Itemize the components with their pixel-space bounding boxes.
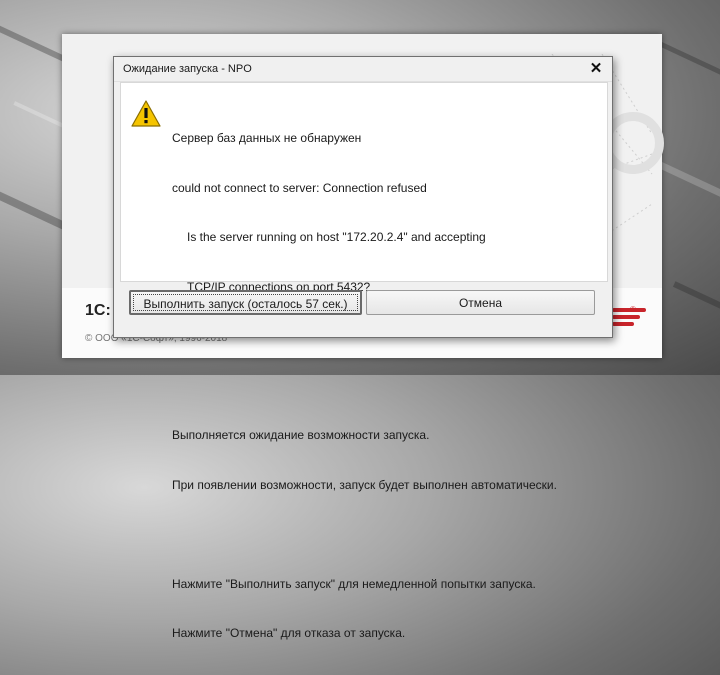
dialog-content: Сервер баз данных не обнаружен could not…: [120, 82, 608, 640]
warning-icon: [131, 100, 161, 127]
dialog-titlebar[interactable]: Ожидание запуска - NPO ✕: [114, 57, 612, 82]
splash-logo: 1С:: [85, 302, 111, 319]
message-line: [172, 378, 557, 395]
dialog-title: Ожидание запуска - NPO: [123, 63, 252, 75]
wait-dialog: Ожидание запуска - NPO ✕ Сервер баз данн…: [113, 56, 613, 640]
message-line: could not connect to server: Connection …: [172, 180, 427, 195]
cancel-button[interactable]: Отмена: [366, 290, 595, 315]
message-line: При появлении возможности, запуск будет …: [172, 477, 557, 492]
message-line: [172, 328, 557, 345]
message-line: [172, 526, 557, 543]
1c-brand-mark-icon: [612, 308, 646, 334]
message-line: Нажмите "Отмена" для отказа от запуска.: [172, 626, 406, 640]
message-line: Is the server running on host "172.20.2.…: [187, 230, 486, 244]
message-line: Сервер баз данных не обнаружен: [172, 131, 362, 145]
message-line: Нажмите "Выполнить запуск" для немедленн…: [172, 576, 536, 591]
run-now-button[interactable]: Выполнить запуск (осталось 57 сек.): [129, 290, 362, 315]
close-icon[interactable]: ✕: [586, 59, 606, 79]
registered-mark-icon: ®: [630, 305, 636, 314]
message-line: Выполняется ожидание возможности запуска…: [172, 428, 430, 442]
message-text: Сервер баз данных не обнаружен could not…: [172, 97, 557, 675]
run-now-button-label: Выполнить запуск (осталось 57 сек.): [133, 294, 358, 311]
